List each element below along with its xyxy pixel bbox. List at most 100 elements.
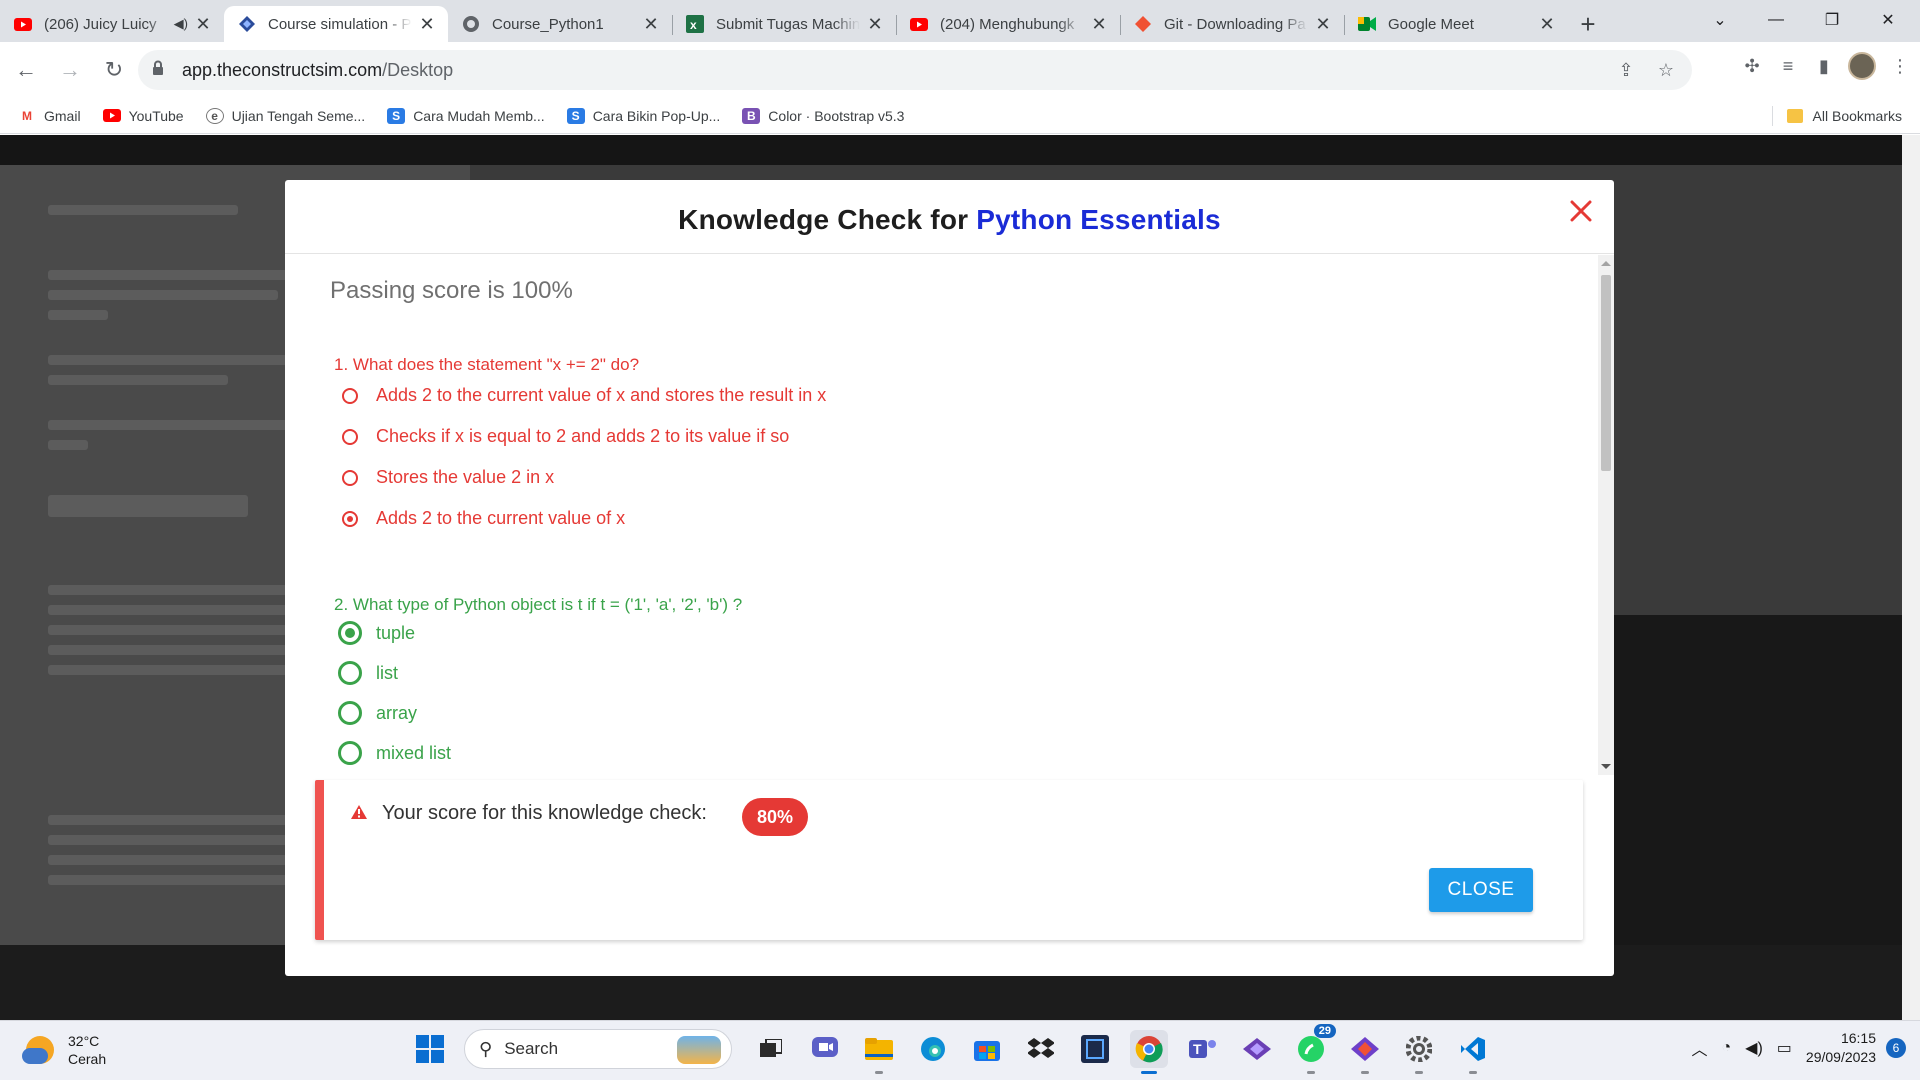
address-bar[interactable]: app.theconstructsim.com/Desktop ⇪ ☆ <box>138 50 1692 90</box>
forward-button[interactable]: → <box>52 52 88 88</box>
close-tab-icon[interactable]: ✕ <box>1314 14 1332 35</box>
tab-menghubungkan[interactable]: (204) Menghubungk ✕ <box>896 6 1120 42</box>
back-button[interactable]: ← <box>8 52 44 88</box>
chrome-icon[interactable] <box>1130 1030 1168 1074</box>
taskbar: 32°C Cerah ⚲ Search T 29 ︿ ◔ ◀) ▭ 16:15 29/… <box>0 1020 1920 1080</box>
radio-button[interactable] <box>342 469 358 486</box>
settings-gear-icon[interactable] <box>1400 1030 1438 1074</box>
scroll-up-arrow-icon[interactable] <box>1601 261 1611 266</box>
restore-button[interactable]: ❐ <box>1804 0 1860 40</box>
bookmark-cara-mudah[interactable]: S Cara Mudah Memb... <box>387 107 545 124</box>
page-scrollbar[interactable] <box>1902 135 1920 1020</box>
wifi-icon[interactable]: ◔ <box>1721 1039 1731 1057</box>
modal-body[interactable]: Passing score is 100% 1. What does the s… <box>285 255 1598 775</box>
speaker-icon[interactable]: ◀) <box>174 16 188 32</box>
radio-button[interactable] <box>338 741 362 765</box>
taskbar-search[interactable]: ⚲ Search <box>464 1029 732 1069</box>
extensions-icon[interactable]: ✣ <box>1740 54 1764 78</box>
media-control-icon[interactable]: ≡ <box>1776 54 1800 78</box>
question-2-option-2[interactable]: list <box>338 661 398 685</box>
tab-search-icon[interactable]: ⌄ <box>1692 0 1748 40</box>
whatsapp-icon[interactable]: 29 <box>1292 1024 1336 1074</box>
new-tab-button[interactable]: + <box>1568 6 1608 42</box>
close-tab-icon[interactable]: ✕ <box>1090 14 1108 35</box>
minimize-button[interactable]: — <box>1748 0 1804 40</box>
tab-google-meet[interactable]: Google Meet ✕ <box>1344 6 1568 42</box>
question-2-option-4[interactable]: mixed list <box>338 741 451 765</box>
bookmark-label: Cara Bikin Pop-Up... <box>592 107 721 124</box>
teams-chat-icon[interactable] <box>806 1030 844 1068</box>
visual-studio-icon[interactable] <box>1238 1030 1276 1068</box>
bookmark-ujian[interactable]: e Ujian Tengah Seme... <box>205 107 365 124</box>
modal-title-prefix: Knowledge Check for <box>678 204 977 235</box>
radio-button[interactable] <box>342 428 358 445</box>
radio-button-selected[interactable] <box>338 621 362 645</box>
radio-button[interactable] <box>338 701 362 725</box>
bookmark-star-icon[interactable]: ☆ <box>1654 58 1678 82</box>
start-button[interactable] <box>416 1035 444 1063</box>
lock-icon[interactable] <box>152 60 168 81</box>
profile-avatar[interactable] <box>1848 52 1876 80</box>
bookmark-cara-bikin[interactable]: S Cara Bikin Pop-Up... <box>566 107 721 124</box>
dropbox-icon[interactable] <box>1022 1030 1060 1068</box>
text-line <box>48 290 278 300</box>
weather-widget[interactable]: 32°C Cerah <box>22 1032 106 1068</box>
tab-course-simulation[interactable]: Course simulation - P ✕ <box>224 6 448 42</box>
modal-scrollbar[interactable] <box>1598 255 1614 775</box>
radio-button[interactable] <box>342 387 358 404</box>
close-button[interactable]: CLOSE <box>1429 868 1533 912</box>
edge-icon[interactable] <box>914 1030 952 1068</box>
tab-title: (206) Juicy Luicy <box>44 15 157 33</box>
microsoft-store-icon[interactable] <box>968 1030 1006 1068</box>
close-modal-icon[interactable] <box>1564 194 1598 228</box>
tab-juicy-luicy[interactable]: (206) Juicy Luicy ◀) ✕ <box>0 6 224 42</box>
text-line <box>48 855 288 865</box>
tab-course-python1[interactable]: Course_Python1 ✕ <box>448 6 672 42</box>
close-tab-icon[interactable]: ✕ <box>642 14 660 35</box>
scroll-down-arrow-icon[interactable] <box>1601 764 1611 769</box>
battery-icon[interactable]: ▭ <box>1777 1038 1792 1058</box>
reload-button[interactable]: ↻ <box>96 52 132 88</box>
close-window-button[interactable]: ✕ <box>1860 0 1916 40</box>
github-desktop-icon[interactable] <box>1346 1030 1384 1074</box>
radio-button-selected[interactable] <box>342 510 358 527</box>
close-tab-icon[interactable]: ✕ <box>866 14 884 35</box>
text-line <box>48 585 288 595</box>
tab-submit-tugas[interactable]: x Submit Tugas Machin ✕ <box>672 6 896 42</box>
scrollbar-thumb[interactable] <box>1601 275 1611 471</box>
question-1-option-2[interactable]: Checks if x is equal to 2 and adds 2 to … <box>342 426 789 447</box>
task-view-icon[interactable] <box>752 1030 790 1068</box>
question-2-option-3[interactable]: array <box>338 701 417 725</box>
e-icon: e <box>205 107 224 124</box>
running-indicator <box>1415 1071 1423 1074</box>
clock-date: 29/09/2023 <box>1805 1049 1876 1065</box>
file-explorer-icon[interactable] <box>860 1030 898 1074</box>
tab-title: Course_Python1 <box>492 15 604 33</box>
chevron-up-icon[interactable]: ︿ <box>1691 1036 1707 1060</box>
question-1-option-1[interactable]: Adds 2 to the current value of x and sto… <box>342 385 826 406</box>
notification-badge[interactable]: 6 <box>1886 1038 1906 1058</box>
side-panel-icon[interactable]: ▮ <box>1812 54 1836 78</box>
close-tab-icon[interactable]: ✕ <box>194 14 212 35</box>
search-label: Search <box>504 1039 559 1058</box>
sql-tool-icon[interactable] <box>1076 1030 1114 1068</box>
teams-icon[interactable]: T <box>1184 1030 1222 1068</box>
close-tab-icon[interactable]: ✕ <box>418 14 436 35</box>
question-2-option-1[interactable]: tuple <box>338 621 415 645</box>
radio-button[interactable] <box>338 661 362 685</box>
close-tab-icon[interactable]: ✕ <box>1538 14 1556 35</box>
menu-icon[interactable]: ⋮ <box>1888 54 1912 78</box>
all-bookmarks[interactable]: All Bookmarks <box>1771 106 1902 126</box>
clock[interactable]: 16:15 29/09/2023 <box>1806 1029 1876 1067</box>
bookmark-bootstrap[interactable]: B Color · Bootstrap v5.3 <box>742 107 904 124</box>
volume-icon[interactable]: ◀) <box>1745 1038 1763 1058</box>
question-1-option-3[interactable]: Stores the value 2 in x <box>342 467 554 488</box>
question-1-option-4[interactable]: Adds 2 to the current value of x <box>342 508 625 529</box>
tab-git-downloading[interactable]: Git - Downloading Pa ✕ <box>1120 6 1344 42</box>
share-icon[interactable]: ⇪ <box>1614 58 1638 82</box>
bookmark-youtube[interactable]: YouTube <box>102 108 184 124</box>
system-tray: ︿ ◔ ◀) ▭ 16:15 29/09/2023 6 <box>1691 1029 1906 1067</box>
excel-icon: x <box>686 15 704 33</box>
bookmark-gmail[interactable]: M Gmail <box>18 108 81 124</box>
vscode-icon[interactable] <box>1454 1030 1492 1074</box>
